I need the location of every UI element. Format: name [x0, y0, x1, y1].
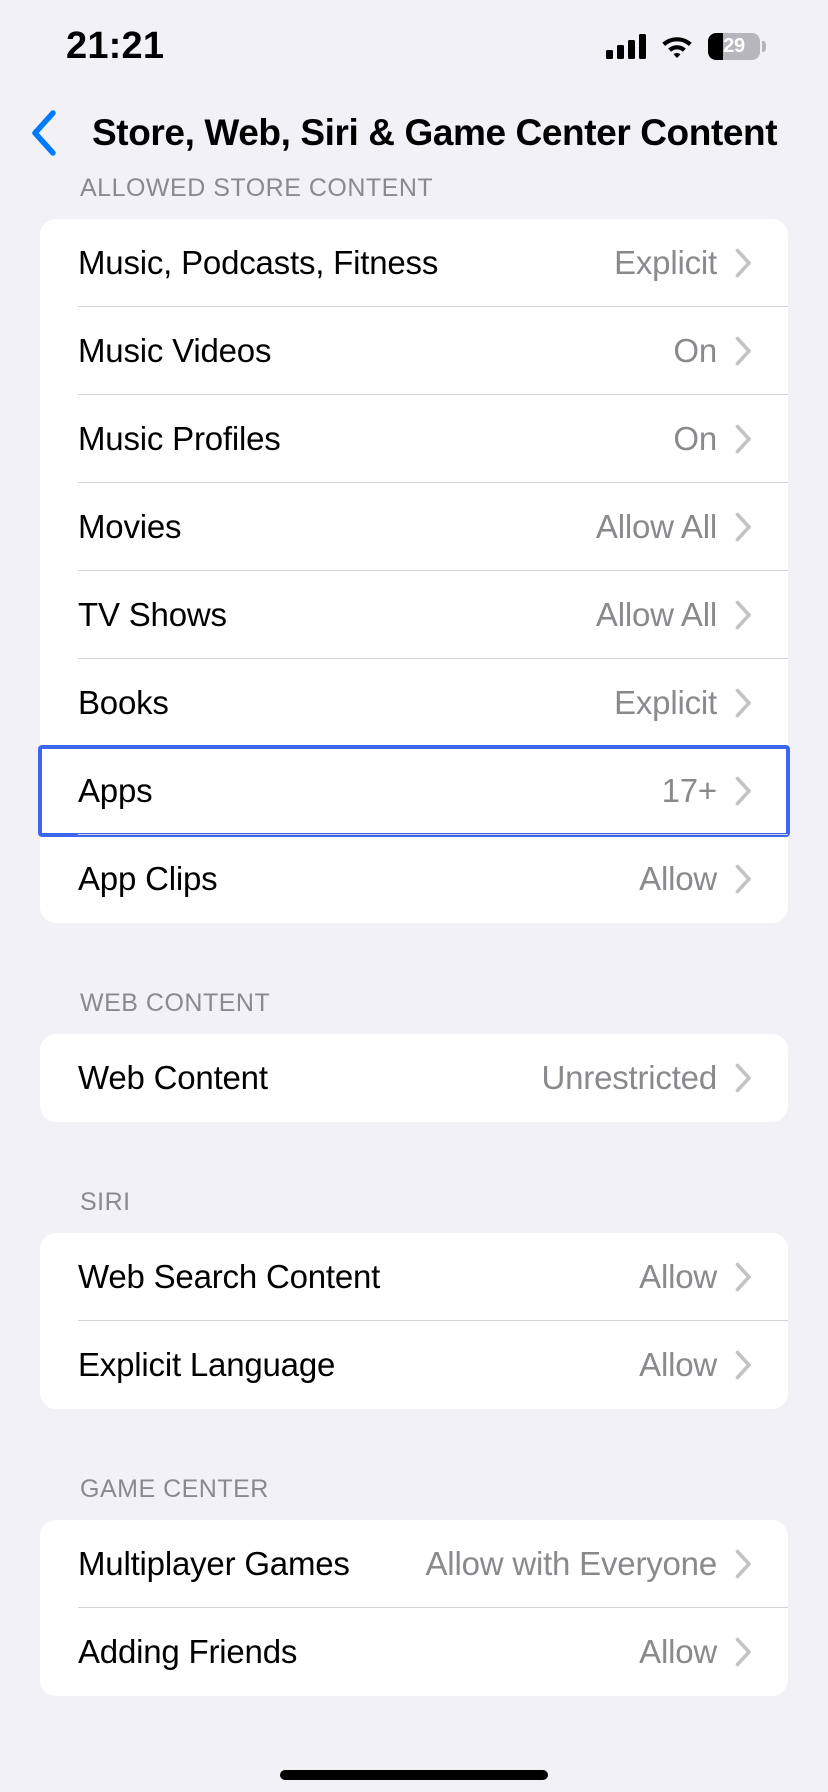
settings-row-value: On [673, 420, 717, 457]
settings-row-accessory: On [673, 332, 752, 370]
settings-row[interactable]: Web Content Unrestricted [40, 1034, 788, 1122]
chevron-right-icon [735, 1262, 751, 1292]
section-header: ALLOWED STORE CONTENT [80, 174, 434, 202]
settings-row[interactable]: TV Shows Allow All [40, 571, 788, 659]
chevron-right-icon [735, 600, 751, 630]
settings-row-value: Allow [639, 860, 717, 897]
settings-list: ALLOWED STORE CONTENT Music, Podcasts, Fi… [0, 174, 828, 1696]
settings-row-accessory: 17+ [662, 772, 752, 810]
settings-row-value: Allow [639, 1258, 717, 1295]
section-header: WEB CONTENT [80, 989, 271, 1017]
settings-row-value: Unrestricted [541, 1059, 718, 1096]
settings-row-label: Explicit Language [78, 1346, 336, 1383]
settings-row-value: Allow with Everyone [425, 1545, 718, 1582]
settings-row-accessory: Allow [639, 1346, 752, 1384]
settings-group: Web Search Content Allow Explicit Language… [40, 1233, 788, 1409]
settings-row-label: Adding Friends [78, 1633, 298, 1670]
section-header: SIRI [80, 1188, 131, 1216]
settings-section: SIRI Web Search Content Allow Explicit Lang… [0, 1188, 828, 1409]
settings-row-value: Allow All [595, 508, 717, 545]
settings-row[interactable]: Books Explicit [40, 659, 788, 747]
chevron-right-icon [735, 512, 751, 542]
settings-row-label: Movies [78, 508, 182, 545]
settings-row-accessory: Allow [639, 860, 752, 898]
back-button[interactable] [8, 98, 78, 168]
settings-group: Music, Podcasts, Fitness Explicit Music Vi… [38, 219, 790, 923]
section-header: GAME CENTER [80, 1475, 269, 1503]
settings-row-accessory: Explicit [614, 244, 752, 282]
settings-row-label: Books [78, 684, 169, 721]
wifi-icon [662, 37, 692, 58]
settings-row-label: TV Shows [78, 596, 227, 633]
settings-row[interactable]: Music Profiles On [40, 395, 788, 483]
settings-row-label: Multiplayer Games [78, 1545, 350, 1582]
settings-section: WEB CONTENT Web Content Unrestricted [0, 989, 828, 1122]
settings-row-accessory: Explicit [614, 684, 752, 722]
settings-section: ALLOWED STORE CONTENT Music, Podcasts, Fi… [0, 174, 828, 923]
status-bar: 21:21 29 [0, 0, 828, 92]
settings-row-value: Explicit [614, 684, 717, 721]
settings-row-label: App Clips [78, 860, 218, 897]
settings-row-value: Allow [639, 1346, 717, 1383]
settings-row-value: Allow All [595, 596, 717, 633]
settings-group: Web Content Unrestricted [40, 1034, 788, 1122]
status-bar-indicators: 29 [606, 32, 766, 61]
settings-row-label: Music Videos [78, 332, 272, 369]
home-indicator [280, 1770, 548, 1780]
chevron-right-icon [735, 424, 751, 454]
settings-row[interactable]: Web Search Content Allow [40, 1233, 788, 1321]
settings-row-accessory: On [673, 420, 752, 458]
settings-row-accessory: Allow with Everyone [426, 1545, 753, 1583]
settings-row-accessory: Unrestricted [542, 1059, 753, 1097]
settings-screen: 21:21 29 Store, Web, Siri & Game Center … [0, 0, 828, 1792]
page-title: Store, Web, Siri & Game Center Content [92, 112, 778, 153]
chevron-right-icon [735, 688, 751, 718]
settings-row[interactable]: Multiplayer Games Allow with Everyone [40, 1520, 788, 1608]
settings-row-value: Allow [639, 1633, 717, 1670]
settings-row[interactable]: Apps 17+ [38, 745, 790, 837]
settings-group: Multiplayer Games Allow with Everyone Addi… [40, 1520, 788, 1696]
chevron-right-icon [735, 1637, 751, 1667]
settings-row-label: Music, Podcasts, Fitness [78, 244, 439, 281]
settings-row-accessory: Allow [639, 1633, 752, 1671]
settings-row-label: Music Profiles [78, 420, 281, 457]
settings-row-label: Web Content [78, 1059, 268, 1096]
settings-row[interactable]: Music Videos On [40, 307, 788, 395]
settings-row-value: Explicit [614, 244, 717, 281]
status-bar-clock: 21:21 [66, 25, 165, 67]
settings-row-value: On [673, 332, 717, 369]
chevron-left-icon [32, 110, 56, 156]
settings-row-label: Web Search Content [78, 1258, 381, 1295]
settings-row[interactable]: Music, Podcasts, Fitness Explicit [40, 219, 788, 307]
navigation-bar: Store, Web, Siri & Game Center Content [0, 92, 828, 174]
chevron-right-icon [735, 336, 751, 366]
settings-row-accessory: Allow [639, 1258, 752, 1296]
row-separator [78, 834, 788, 835]
settings-row-accessory: Allow All [596, 596, 752, 634]
settings-row[interactable]: Explicit Language Allow [40, 1321, 788, 1409]
chevron-right-icon [735, 248, 751, 278]
cellular-signal-icon [606, 33, 646, 59]
settings-row[interactable]: Movies Allow All [40, 483, 788, 571]
settings-row-label: Apps [78, 772, 153, 809]
settings-row-accessory: Allow All [596, 508, 752, 546]
battery-percentage: 29 [723, 34, 745, 57]
chevron-right-icon [735, 1350, 751, 1380]
chevron-right-icon [735, 776, 751, 806]
chevron-right-icon [735, 1549, 751, 1579]
settings-row[interactable]: App Clips Allow [40, 835, 788, 923]
chevron-right-icon [735, 1063, 751, 1093]
settings-section: GAME CENTER Multiplayer Games Allow with E… [0, 1475, 828, 1696]
settings-row[interactable]: Adding Friends Allow [40, 1608, 788, 1696]
chevron-right-icon [735, 864, 751, 894]
settings-row-value: 17+ [661, 772, 718, 809]
battery-icon: 29 [708, 32, 766, 61]
